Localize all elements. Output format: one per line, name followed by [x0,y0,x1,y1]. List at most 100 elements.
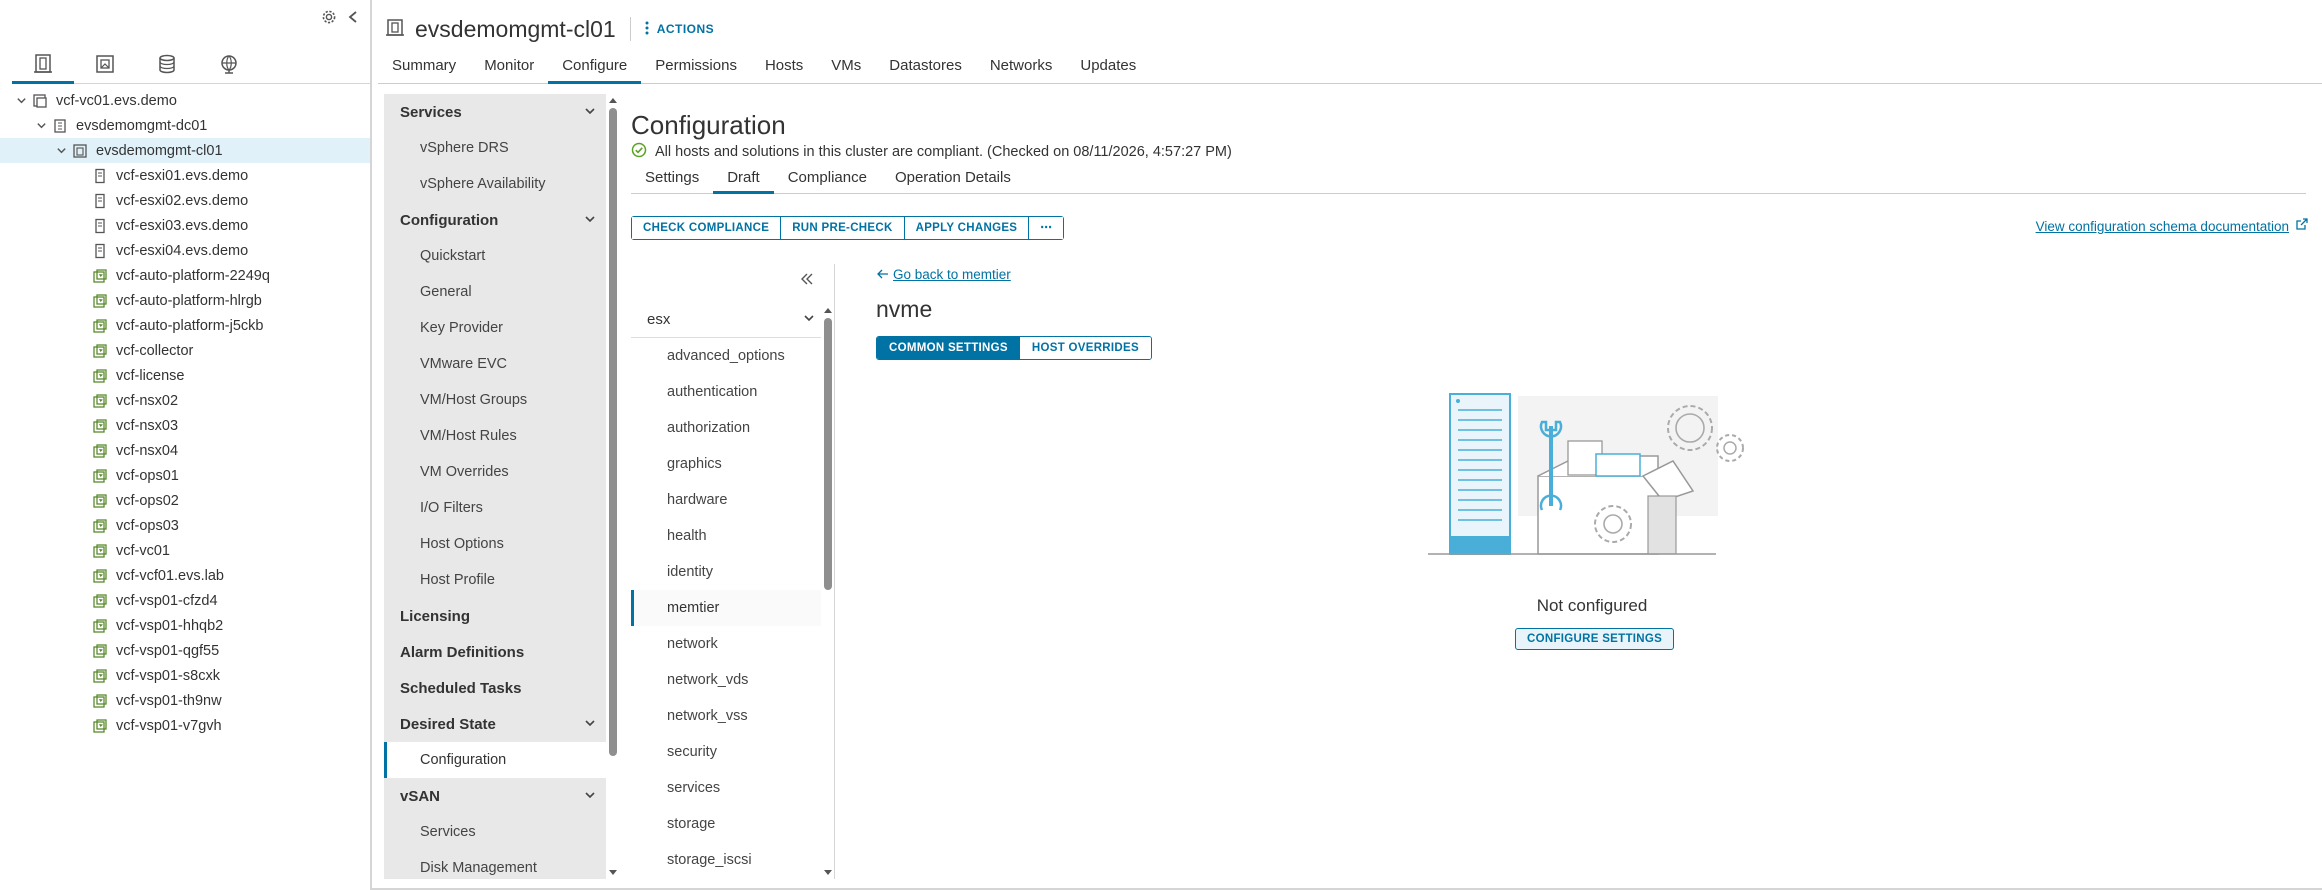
tree-node[interactable]: vcf-auto-platform-hlrgb [0,288,370,313]
more-actions-button[interactable]: ⋯ [1029,217,1064,239]
section-item[interactable]: network_vds [631,662,821,698]
nav-group[interactable]: Configuration [384,202,606,238]
tab-configure[interactable]: Configure [548,52,642,84]
section-item[interactable]: security [631,734,821,770]
tab-hosts[interactable]: Hosts [751,52,817,84]
tree-node[interactable]: vcf-vsp01-v7gvh [0,713,370,738]
common-settings-button[interactable]: COMMON SETTINGS [877,337,1020,359]
section-item[interactable]: storage [631,806,821,842]
tab-networking[interactable] [198,48,260,84]
section-group-esx[interactable]: esx [631,302,821,338]
tree-node[interactable]: vcf-vsp01-s8cxk [0,663,370,688]
tree-node[interactable]: vcf-auto-platform-j5ckb [0,313,370,338]
tree-node[interactable]: vcf-vc01.evs.demo [0,88,370,113]
section-item[interactable]: health [631,518,821,554]
tree-node[interactable]: vcf-auto-platform-2249q [0,263,370,288]
subtab-operation-details[interactable]: Operation Details [881,166,1025,194]
tree-node[interactable]: vcf-nsx03 [0,413,370,438]
tree-node[interactable]: vcf-esxi04.evs.demo [0,238,370,263]
tree-node[interactable]: vcf-vc01 [0,538,370,563]
nav-group[interactable]: Scheduled Tasks [384,670,606,706]
section-item[interactable]: authorization [631,410,821,446]
back-link[interactable]: Go back to memtier [877,267,1011,282]
nav-item[interactable]: General [384,274,606,310]
section-item[interactable]: identity [631,554,821,590]
tree-node[interactable]: vcf-esxi02.evs.demo [0,188,370,213]
tree-node[interactable]: vcf-ops03 [0,513,370,538]
nav-item[interactable]: VM/Host Rules [384,418,606,454]
nav-item[interactable]: VM Overrides [384,454,606,490]
nav-item[interactable]: Quickstart [384,238,606,274]
run-precheck-button[interactable]: RUN PRE-CHECK [781,217,905,239]
chevron-down-icon[interactable] [34,119,48,133]
nav-item[interactable]: vSphere DRS [384,130,606,166]
nav-item[interactable]: I/O Filters [384,490,606,526]
tab-permissions[interactable]: Permissions [641,52,751,84]
chevron-down-icon[interactable] [54,144,68,158]
tree-node[interactable]: vcf-vsp01-cfzd4 [0,588,370,613]
scrollbar-thumb[interactable] [609,108,617,756]
nav-item[interactable]: Services [384,814,606,850]
subtab-compliance[interactable]: Compliance [774,166,881,194]
configure-nav-scrollbar[interactable] [606,94,620,879]
section-item[interactable]: graphics [631,446,821,482]
tab-updates[interactable]: Updates [1066,52,1150,84]
tab-networks[interactable]: Networks [976,52,1067,84]
tab-monitor[interactable]: Monitor [470,52,548,84]
host-overrides-button[interactable]: HOST OVERRIDES [1019,337,1151,359]
scroll-up-icon[interactable] [609,96,617,104]
tree-node[interactable]: vcf-nsx04 [0,438,370,463]
nav-item[interactable]: VM/Host Groups [384,382,606,418]
schema-doc-link[interactable]: View configuration schema documentation [2036,218,2308,234]
apply-changes-button[interactable]: APPLY CHANGES [904,217,1030,239]
tab-summary[interactable]: Summary [378,52,470,84]
tree-node[interactable]: evsdemomgmt-dc01 [0,113,370,138]
tree-node[interactable]: vcf-collector [0,338,370,363]
tab-datastores[interactable]: Datastores [875,52,976,84]
section-item[interactable]: memtier [631,590,821,626]
nav-item[interactable]: Host Profile [384,562,606,598]
section-item[interactable]: services [631,770,821,806]
tab-storage[interactable] [136,48,198,84]
tree-node[interactable]: vcf-esxi01.evs.demo [0,163,370,188]
tree-node[interactable]: vcf-vsp01-qgf55 [0,638,370,663]
actions-menu-button[interactable]: ACTIONS [645,21,715,38]
subtab-settings[interactable]: Settings [631,166,713,194]
nav-item[interactable]: Host Options [384,526,606,562]
tree-node[interactable]: vcf-license [0,363,370,388]
nav-group[interactable]: Services [384,94,606,130]
tab-hosts-clusters[interactable] [12,48,74,84]
scroll-down-icon[interactable] [609,869,617,877]
nav-item[interactable]: Key Provider [384,310,606,346]
nav-group[interactable]: Desired State [384,706,606,742]
nav-group[interactable]: vSAN [384,778,606,814]
section-list-scrollbar[interactable] [822,304,834,879]
tree-node[interactable]: vcf-vcf01.evs.lab [0,563,370,588]
nav-group[interactable]: Licensing [384,598,606,634]
tree-node[interactable]: vcf-nsx02 [0,388,370,413]
check-compliance-button[interactable]: CHECK COMPLIANCE [632,217,782,239]
double-chevron-left-icon[interactable] [800,272,814,290]
subtab-draft[interactable]: Draft [713,166,774,194]
section-item[interactable]: authentication [631,374,821,410]
tree-node[interactable]: evsdemomgmt-cl01 [0,138,370,163]
configure-settings-button[interactable]: CONFIGURE SETTINGS [1515,628,1675,650]
scroll-up-icon[interactable] [824,306,832,314]
tree-node[interactable]: vcf-vsp01-th9nw [0,688,370,713]
nav-item[interactable]: Disk Management [384,850,606,879]
collapse-panel-icon[interactable] [344,8,362,26]
tab-vms-templates[interactable] [74,48,136,84]
tab-vms[interactable]: VMs [817,52,875,84]
tree-node[interactable]: vcf-ops01 [0,463,370,488]
section-item[interactable]: network_vss [631,698,821,734]
nav-group[interactable]: Alarm Definitions [384,634,606,670]
tree-node[interactable]: vcf-esxi03.evs.demo [0,213,370,238]
gear-icon[interactable] [320,8,338,26]
nav-item[interactable]: Configuration [384,742,606,778]
nav-item[interactable]: VMware EVC [384,346,606,382]
tree-node[interactable]: vcf-vsp01-hhqb2 [0,613,370,638]
scroll-down-icon[interactable] [824,869,832,877]
scrollbar-thumb[interactable] [824,318,832,590]
section-item[interactable]: network [631,626,821,662]
section-item[interactable]: hardware [631,482,821,518]
